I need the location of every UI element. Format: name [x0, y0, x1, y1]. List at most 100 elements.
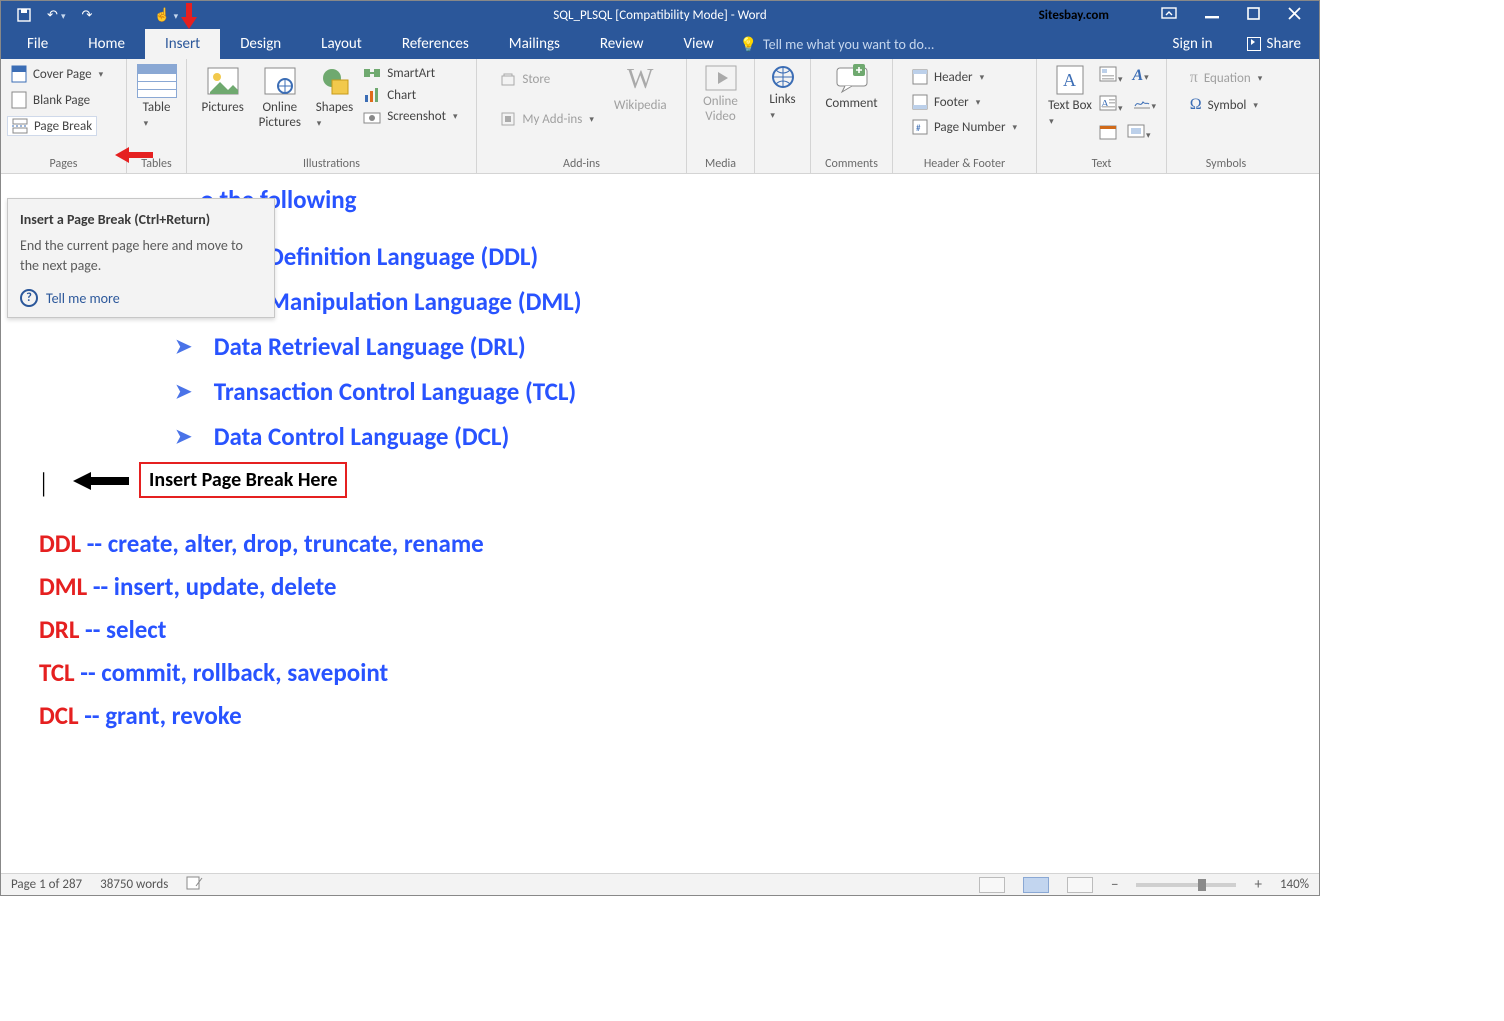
chart-icon — [363, 87, 381, 103]
shapes-button[interactable]: Shapes▾ — [316, 64, 353, 130]
text-box-button[interactable]: AText Box▾ — [1047, 64, 1093, 128]
header-label: Header — [934, 70, 973, 85]
ribbon-tabs: File Home Insert Design Layout Reference… — [1, 29, 1319, 59]
smartart-icon — [363, 65, 381, 81]
tab-home[interactable]: Home — [68, 29, 145, 59]
cover-page-button[interactable]: Cover Page▾ — [7, 64, 107, 84]
tell-me-search[interactable]: 💡Tell me what you want to do... — [734, 36, 941, 53]
ribbon-display-options-icon[interactable] — [1161, 7, 1177, 23]
tab-view[interactable]: View — [664, 29, 734, 59]
tooltip-body: End the current page here and move to th… — [20, 236, 262, 275]
tab-references[interactable]: References — [382, 29, 489, 59]
view-web-layout[interactable] — [1067, 877, 1093, 893]
watermark-label: Sitesbay.com — [1039, 8, 1109, 23]
store-label: Store — [522, 72, 550, 87]
wikipedia-button[interactable]: WWikipedia — [614, 64, 667, 113]
date-time-icon[interactable] — [1099, 124, 1117, 145]
tooltip-title: Insert a Page Break (Ctrl+Return) — [20, 211, 262, 228]
links-label: Links — [769, 92, 795, 107]
zoom-out[interactable]: − — [1111, 876, 1118, 894]
tooltip-more-label: Tell me more — [46, 290, 120, 307]
footer-button[interactable]: Footer▾ — [908, 93, 1021, 111]
status-page[interactable]: Page 1 of 287 — [11, 877, 82, 892]
status-proof-icon[interactable] — [186, 876, 204, 894]
group-addins-label: Add-ins — [563, 157, 600, 173]
tab-design[interactable]: Design — [220, 29, 301, 59]
tab-layout[interactable]: Layout — [301, 29, 382, 59]
bullet-text: Data Control Language (DCL) — [214, 421, 510, 452]
equation-button[interactable]: πEquation▾ — [1186, 68, 1266, 88]
def-acr: DML — [39, 571, 87, 602]
bullet-item: ➤Transaction Control Language (TCL) — [175, 376, 1319, 407]
symbol-label: Symbol — [1208, 98, 1247, 113]
view-read-mode[interactable] — [979, 877, 1005, 893]
tooltip-tell-me-more[interactable]: ?Tell me more — [20, 289, 262, 307]
def-row: DDL -- create, alter, drop, truncate, re… — [39, 528, 1319, 559]
tab-file[interactable]: File — [7, 29, 68, 59]
tab-insert[interactable]: Insert — [145, 29, 220, 59]
save-icon[interactable] — [17, 8, 31, 22]
tab-review[interactable]: Review — [580, 29, 664, 59]
def-rest: -- create, alter, drop, truncate, rename — [81, 528, 484, 559]
wordart-icon[interactable]: A▾ — [1133, 66, 1149, 87]
quick-parts-icon[interactable]: ▾ — [1099, 66, 1123, 87]
svg-text:#: # — [916, 123, 921, 134]
header-button[interactable]: Header▾ — [908, 68, 1021, 86]
chart-label: Chart — [387, 88, 416, 103]
def-row: TCL -- commit, rollback, savepoint — [39, 657, 1319, 688]
page-number-label: Page Number — [934, 120, 1006, 135]
minimize-icon[interactable] — [1205, 7, 1219, 23]
cover-page-icon — [11, 65, 27, 83]
bullet-item: ➤Data Manipulation Language (DML) — [175, 286, 1319, 317]
pictures-icon — [206, 64, 240, 98]
footer-label: Footer — [934, 95, 969, 110]
group-text: AText Box▾ ▾ A▾ A▾ ▾ ▾ Text — [1037, 59, 1167, 173]
def-rest: -- commit, rollback, savepoint — [75, 657, 389, 688]
page-break-button[interactable]: Page Break — [7, 116, 97, 136]
tab-mailings[interactable]: Mailings — [489, 29, 580, 59]
online-pictures-button[interactable]: Online Pictures — [250, 64, 310, 130]
comment-button[interactable]: Comment — [825, 64, 877, 111]
status-words[interactable]: 38750 words — [100, 877, 168, 892]
smartart-button[interactable]: SmartArt — [359, 64, 461, 82]
group-media-label: Media — [705, 157, 736, 173]
table-button[interactable]: Table▾ — [137, 64, 177, 130]
undo-icon[interactable]: ↶ ▾ — [47, 8, 65, 23]
group-comments-label: Comments — [825, 157, 878, 173]
links-icon — [768, 64, 798, 90]
my-addins-label: My Add-ins — [522, 112, 582, 127]
links-button[interactable]: Links▾ — [768, 64, 798, 122]
definitions: DDL -- create, alter, drop, truncate, re… — [1, 498, 1319, 731]
screenshot-button[interactable]: Screenshot▾ — [359, 108, 461, 125]
store-button[interactable]: Store — [496, 70, 598, 88]
zoom-slider[interactable] — [1136, 883, 1236, 887]
bullet-item: ➤Data Definition Language (DDL) — [175, 241, 1319, 272]
symbol-button[interactable]: ΩSymbol▾ — [1186, 95, 1266, 115]
sign-in-button[interactable]: Sign in — [1157, 35, 1229, 53]
page-number-button[interactable]: #Page Number▾ — [908, 118, 1021, 136]
title-bar: ↶ ▾ ↷ ☝ ▾ SQL_PLSQL [Compatibility Mode]… — [1, 1, 1319, 29]
drop-cap-icon[interactable]: A▾ — [1099, 95, 1123, 116]
wikipedia-label: Wikipedia — [614, 98, 667, 113]
shapes-icon — [318, 64, 352, 98]
online-video-button[interactable]: Online Video — [693, 64, 749, 124]
redo-icon[interactable]: ↷ — [81, 8, 92, 23]
my-addins-button[interactable]: My Add-ins▾ — [496, 110, 598, 128]
view-print-layout[interactable] — [1023, 877, 1049, 893]
def-rest: -- grant, revoke — [79, 700, 242, 731]
blank-page-button[interactable]: Blank Page — [7, 90, 94, 110]
chart-button[interactable]: Chart — [359, 86, 461, 104]
screenshot-label: Screenshot — [387, 109, 446, 124]
def-row: DRL -- select — [39, 614, 1319, 645]
signature-line-icon[interactable]: ▾ — [1133, 95, 1157, 116]
pictures-button[interactable]: Pictures — [202, 64, 244, 115]
zoom-percent[interactable]: 140% — [1280, 877, 1309, 892]
group-pages-label: Pages — [50, 157, 78, 173]
maximize-icon[interactable] — [1247, 7, 1260, 23]
close-icon[interactable] — [1288, 7, 1301, 23]
touch-mode-icon[interactable]: ☝ ▾ — [154, 8, 178, 23]
object-icon[interactable]: ▾ — [1127, 124, 1151, 145]
group-media: Online Video Media — [687, 59, 755, 173]
share-button[interactable]: Share — [1229, 35, 1319, 53]
zoom-in[interactable]: + — [1254, 876, 1261, 894]
